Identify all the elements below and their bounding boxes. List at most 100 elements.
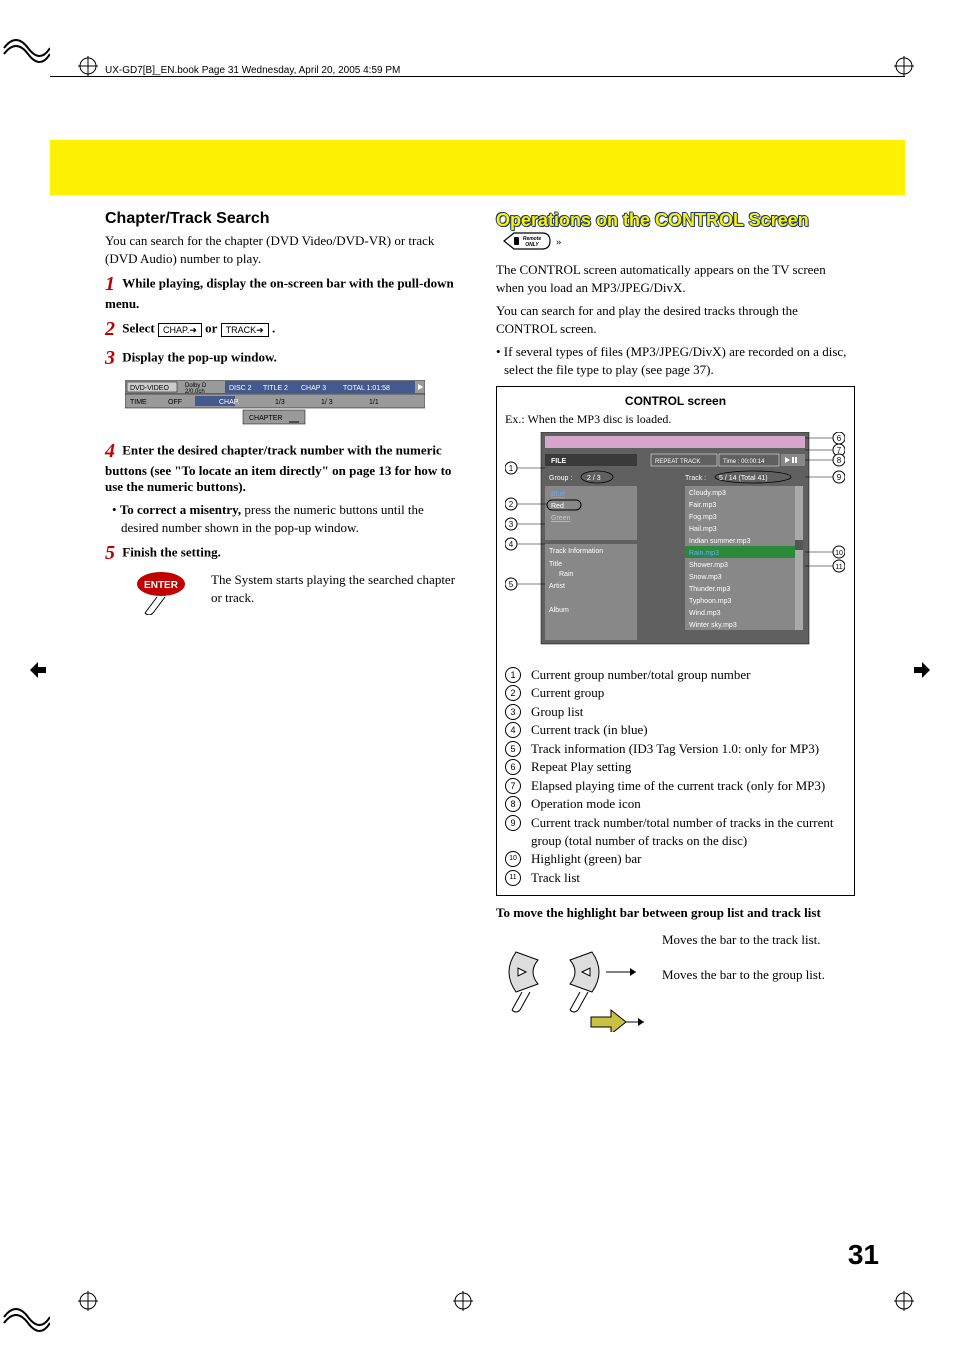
step-number: 1 (105, 273, 115, 296)
svg-text:TOTAL 1:01:58: TOTAL 1:01:58 (343, 385, 390, 392)
right-p2: You can search for and play the desired … (496, 302, 855, 337)
right-p3: • If several types of files (MP3/JPEG/Di… (504, 343, 855, 378)
svg-text:Rain: Rain (559, 571, 574, 578)
svg-text:1/ 3: 1/ 3 (321, 399, 333, 406)
svg-text:DISC 2: DISC 2 (229, 385, 252, 392)
svg-text:Cloudy.mp3: Cloudy.mp3 (689, 490, 726, 497)
svg-text:8: 8 (837, 456, 842, 465)
track-select-box: TRACK➜ (221, 323, 269, 337)
svg-text:1/1: 1/1 (369, 399, 379, 406)
svg-text:10: 10 (835, 550, 843, 557)
enter-description: The System starts playing the searched c… (211, 571, 464, 606)
svg-text:4: 4 (509, 540, 514, 549)
svg-text:CHAP 3: CHAP 3 (301, 385, 326, 392)
svg-text:Rain.mp3: Rain.mp3 (689, 550, 719, 557)
svg-text:CHAPTER: CHAPTER (249, 415, 282, 422)
svg-text:Winter sky.mp3: Winter sky.mp3 (689, 622, 737, 629)
svg-text:2: 2 (509, 500, 514, 509)
move-text-1: Moves the bar to the track list. (662, 932, 855, 949)
svg-text:Shower.mp3: Shower.mp3 (689, 562, 728, 569)
step1-text: While playing, display the on-screen bar… (105, 276, 454, 312)
crop-mark-tl (78, 56, 98, 76)
svg-text:TIME: TIME (130, 399, 147, 406)
svg-text:ENTER: ENTER (144, 580, 179, 591)
enter-button-icon: ENTER (135, 571, 195, 619)
svg-text:TITLE 2: TITLE 2 (263, 385, 288, 392)
osd-bar-diagram: DVD-VIDEO Dolby D 2/0.0ch DISC 2 TITLE 2… (125, 380, 464, 430)
heading-chapter-track-search: Chapter/Track Search (105, 210, 464, 228)
svg-text:Fog.mp3: Fog.mp3 (689, 514, 717, 521)
svg-text:Blue: Blue (551, 491, 565, 498)
svg-text:11: 11 (835, 564, 842, 571)
legend-list: 1Current group number/total group number… (505, 666, 846, 887)
step-number: 4 (105, 440, 115, 463)
control-example: Ex.: When the MP3 disc is loaded. (505, 411, 846, 427)
svg-text:Snow.mp3: Snow.mp3 (689, 574, 722, 581)
svg-text:Fair.mp3: Fair.mp3 (689, 502, 716, 509)
svg-text:DVD-VIDEO: DVD-VIDEO (130, 385, 169, 392)
right-column: Operations on the CONTROL Screen Remote … (496, 210, 855, 1032)
intro-text: You can search for the chapter (DVD Vide… (105, 232, 464, 267)
svg-text:Time : 00:00:14: Time : 00:00:14 (723, 459, 765, 465)
step-number: 5 (105, 542, 115, 565)
remote-arrow-buttons-icon (496, 932, 646, 1032)
svg-text:»: » (556, 236, 562, 248)
move-heading: To move the highlight bar between group … (496, 904, 855, 922)
right-p1: The CONTROL screen automatically appears… (496, 261, 855, 296)
crop-mark-tr (894, 56, 914, 76)
step3-text: Display the pop-up window. (122, 350, 277, 365)
svg-text:Track :: Track : (685, 475, 706, 482)
svg-text:Artist: Artist (549, 583, 565, 590)
svg-text:Red: Red (551, 503, 564, 510)
crop-mark-bl (78, 1291, 98, 1311)
svg-text:OFF: OFF (168, 399, 182, 406)
svg-text:1/3: 1/3 (275, 399, 285, 406)
crop-mark-bc (453, 1291, 473, 1311)
svg-text:CHAP.: CHAP. (219, 399, 240, 406)
step2-post: . (272, 321, 275, 336)
step5-text: Finish the setting. (122, 545, 221, 560)
crop-mark-mr (912, 660, 932, 680)
svg-text:Wind.mp3: Wind.mp3 (689, 610, 721, 617)
move-diagram-row: Moves the bar to the track list. Moves t… (496, 932, 855, 1032)
control-screen-box: CONTROL screen Ex.: When the MP3 disc is… (496, 386, 855, 896)
header-divider (50, 76, 905, 77)
control-screen-diagram: FILE REPEAT TRACK Time : 00:00:14 Group … (505, 432, 845, 652)
svg-text:5 / 14 (Total 41): 5 / 14 (Total 41) (719, 475, 768, 482)
spiral-binding-icon (2, 30, 50, 66)
svg-text:5: 5 (509, 580, 514, 589)
svg-text:6: 6 (837, 434, 842, 443)
control-title: CONTROL screen (505, 393, 846, 409)
crop-mark-br (894, 1291, 914, 1311)
step2-or: or (205, 321, 217, 336)
yellow-header-bar (50, 140, 905, 195)
step4-text: Enter the desired chapter/track number w… (105, 443, 451, 495)
svg-text:REPEAT TRACK: REPEAT TRACK (655, 459, 700, 465)
svg-text:Hail.mp3: Hail.mp3 (689, 526, 717, 533)
spiral-binding-icon (2, 1299, 50, 1335)
step2-pre: Select (122, 321, 154, 336)
svg-text:Track Information: Track Information (549, 548, 603, 555)
svg-text:Typhoon.mp3: Typhoon.mp3 (689, 598, 732, 605)
svg-text:Group :: Group : (549, 475, 572, 482)
crop-mark-ml (28, 660, 48, 680)
svg-text:Title: Title (549, 561, 562, 568)
svg-text:FILE: FILE (551, 458, 566, 465)
svg-text:1: 1 (509, 464, 514, 473)
remote-only-badge: Remote ONLY » (502, 231, 566, 255)
svg-text:9: 9 (837, 473, 842, 482)
step-number: 3 (105, 347, 115, 370)
svg-text:ONLY: ONLY (525, 242, 539, 248)
book-header: UX-GD7[B]_EN.book Page 31 Wednesday, Apr… (105, 65, 400, 76)
svg-text:3: 3 (509, 520, 514, 529)
svg-text:Thunder.mp3: Thunder.mp3 (689, 586, 730, 593)
step4-bullet: • To correct a misentry, press the numer… (121, 501, 464, 536)
left-column: Chapter/Track Search You can search for … (105, 210, 464, 1032)
svg-text:Green: Green (551, 515, 571, 522)
move-text-2: Moves the bar to the group list. (662, 967, 855, 984)
chap-select-box: CHAP.➜ (158, 323, 202, 337)
page-number: 31 (848, 1239, 879, 1271)
heading-control-screen-ops: Operations on the CONTROL Screen (496, 210, 809, 231)
step-number: 2 (105, 318, 115, 341)
svg-text:Album: Album (549, 607, 569, 614)
